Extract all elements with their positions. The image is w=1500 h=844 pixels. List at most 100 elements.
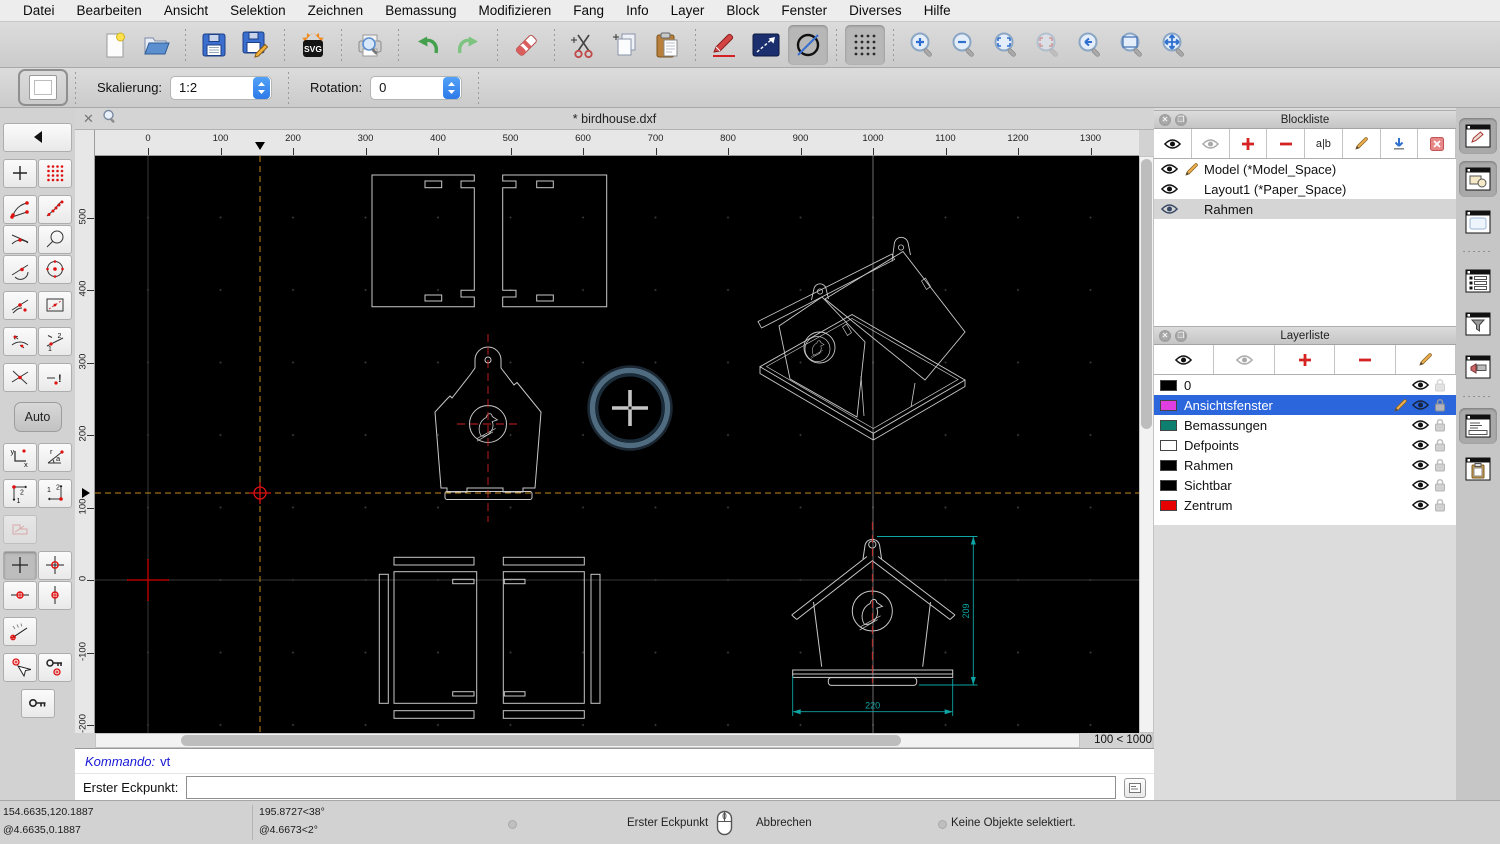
angle-protractor-button[interactable] xyxy=(3,617,37,646)
layer-edit-pencil[interactable] xyxy=(1390,398,1410,413)
tangent-snap-button[interactable] xyxy=(3,255,37,284)
dock-viewport-button[interactable] xyxy=(1459,204,1497,240)
menu-zeichnen[interactable]: Zeichnen xyxy=(297,3,375,18)
menu-selektion[interactable]: Selektion xyxy=(219,3,297,18)
layer-visibility-eye[interactable] xyxy=(1410,499,1430,511)
reference-snap-button[interactable] xyxy=(38,291,72,320)
tab-zoom-icon[interactable] xyxy=(102,109,117,129)
grid-snap-button[interactable] xyxy=(38,159,72,188)
viewport-button[interactable] xyxy=(18,69,68,106)
eraser-button[interactable] xyxy=(506,25,546,65)
corner-snap-12-button[interactable]: 12 xyxy=(3,479,37,508)
restrict-vertical-button[interactable] xyxy=(38,581,72,610)
coordinate-polar-button[interactable]: ra xyxy=(38,443,72,472)
restrict-snap-button[interactable] xyxy=(3,327,37,356)
dock-block-list-button[interactable] xyxy=(1459,161,1497,197)
dock-view-options-button[interactable] xyxy=(1459,349,1497,385)
zoom-fit-button[interactable] xyxy=(986,25,1026,65)
layer-row[interactable]: Zentrum xyxy=(1154,495,1456,515)
layer-visibility-eye[interactable] xyxy=(1410,419,1430,431)
vscroll-thumb[interactable] xyxy=(1141,159,1152,429)
undo-button[interactable] xyxy=(407,25,447,65)
menu-datei[interactable]: Datei xyxy=(12,3,66,18)
block-visibility-eye[interactable] xyxy=(1160,203,1178,215)
polyline-restrict-button[interactable] xyxy=(3,515,37,544)
copy-button[interactable] xyxy=(605,25,645,65)
menu-hilfe[interactable]: Hilfe xyxy=(913,3,962,18)
command-input[interactable] xyxy=(186,776,1116,799)
block-edit-pencil[interactable] xyxy=(1182,162,1200,177)
scale-combobox[interactable]: 1:2 xyxy=(170,76,272,100)
layer-row[interactable]: Rahmen xyxy=(1154,455,1456,475)
scale-stepper-icon[interactable] xyxy=(253,77,270,99)
line-tool-button[interactable] xyxy=(746,25,786,65)
middle-snap-button[interactable] xyxy=(3,291,37,320)
intersection-x-snap-button[interactable] xyxy=(3,363,37,392)
block-row[interactable]: Rahmen xyxy=(1154,199,1456,219)
menu-layer[interactable]: Layer xyxy=(660,3,716,18)
perpendicular-snap-button[interactable] xyxy=(38,225,72,254)
menu-bemassung[interactable]: Bemassung xyxy=(374,3,467,18)
block-list-float-icon[interactable]: ❐ xyxy=(1175,114,1187,126)
back-button[interactable] xyxy=(3,123,72,152)
layer-visibility-eye[interactable] xyxy=(1410,459,1430,471)
command-options-button[interactable] xyxy=(1124,778,1146,798)
rotation-combobox[interactable]: 0 xyxy=(370,76,462,100)
block-row[interactable]: Model (*Model_Space) xyxy=(1154,159,1456,179)
save-button[interactable] xyxy=(194,25,234,65)
endpoint-snap-button[interactable] xyxy=(3,195,37,224)
free-snap-button[interactable] xyxy=(3,159,37,188)
block-visibility-eye[interactable] xyxy=(1160,163,1178,175)
layer-row[interactable]: Bemassungen xyxy=(1154,415,1456,435)
zoom-pan-button[interactable] xyxy=(1154,25,1194,65)
center-snap-button[interactable] xyxy=(38,255,72,284)
cut-button[interactable] xyxy=(563,25,603,65)
insert-block-button[interactable] xyxy=(1381,129,1419,158)
rotation-stepper-icon[interactable] xyxy=(443,77,460,99)
visibility-on-button[interactable] xyxy=(1154,129,1192,158)
menu-fang[interactable]: Fang xyxy=(562,3,615,18)
pick-point-button[interactable] xyxy=(3,653,37,682)
intersection-manual-snap-button[interactable]: ! xyxy=(38,363,72,392)
svg-export-button[interactable]: SVG xyxy=(293,25,333,65)
menu-info[interactable]: Info xyxy=(615,3,660,18)
layer-row[interactable]: 0 xyxy=(1154,375,1456,395)
layer-color-swatch[interactable] xyxy=(1160,420,1177,431)
layer-lock-icon[interactable] xyxy=(1430,418,1450,432)
intersection-snap-button[interactable] xyxy=(3,225,37,254)
save-as-button[interactable] xyxy=(236,25,276,65)
layer-visibility-eye[interactable] xyxy=(1410,379,1430,391)
auto-snap-button[interactable]: Auto xyxy=(14,402,62,432)
remove-layer-button[interactable] xyxy=(1335,345,1395,374)
crosshair-free-button[interactable] xyxy=(3,551,37,580)
new-file-button[interactable] xyxy=(95,25,135,65)
layer-color-swatch[interactable] xyxy=(1160,440,1177,451)
menu-bearbeiten[interactable]: Bearbeiten xyxy=(66,3,153,18)
layer-row[interactable]: Sichtbar xyxy=(1154,475,1456,495)
block-row[interactable]: Layout1 (*Paper_Space) xyxy=(1154,179,1456,199)
zoom-previous-button[interactable] xyxy=(1070,25,1110,65)
dock-selection-filter-button[interactable] xyxy=(1459,306,1497,342)
corner-snap-21-button[interactable]: 12 xyxy=(38,479,72,508)
dock-property-editor-button[interactable] xyxy=(1459,118,1497,154)
dock-command-line-button[interactable] xyxy=(1459,408,1497,444)
dock-layer-list-button[interactable] xyxy=(1459,263,1497,299)
zoom-selection-button[interactable] xyxy=(1028,25,1068,65)
circle-tool-button[interactable] xyxy=(788,25,828,65)
crosshair-point-button[interactable] xyxy=(38,551,72,580)
grid-toggle-button[interactable] xyxy=(845,25,885,65)
remove-block-button[interactable] xyxy=(1267,129,1305,158)
layer-lock-icon[interactable] xyxy=(1430,438,1450,452)
layer-color-swatch[interactable] xyxy=(1160,480,1177,491)
layer-color-swatch[interactable] xyxy=(1160,460,1177,471)
redo-button[interactable] xyxy=(449,25,489,65)
menu-modifizieren[interactable]: Modifizieren xyxy=(468,3,563,18)
visibility-on-button[interactable] xyxy=(1154,345,1214,374)
menu-ansicht[interactable]: Ansicht xyxy=(153,3,219,18)
tab-close-icon[interactable]: ✕ xyxy=(83,111,94,127)
edit-layer-button[interactable] xyxy=(1396,345,1456,374)
zoom-window-button[interactable] xyxy=(1112,25,1152,65)
restrict-horizontal-button[interactable] xyxy=(3,581,37,610)
drawing-canvas[interactable]: 209 220 xyxy=(95,156,1139,733)
layer-visibility-eye[interactable] xyxy=(1410,479,1430,491)
